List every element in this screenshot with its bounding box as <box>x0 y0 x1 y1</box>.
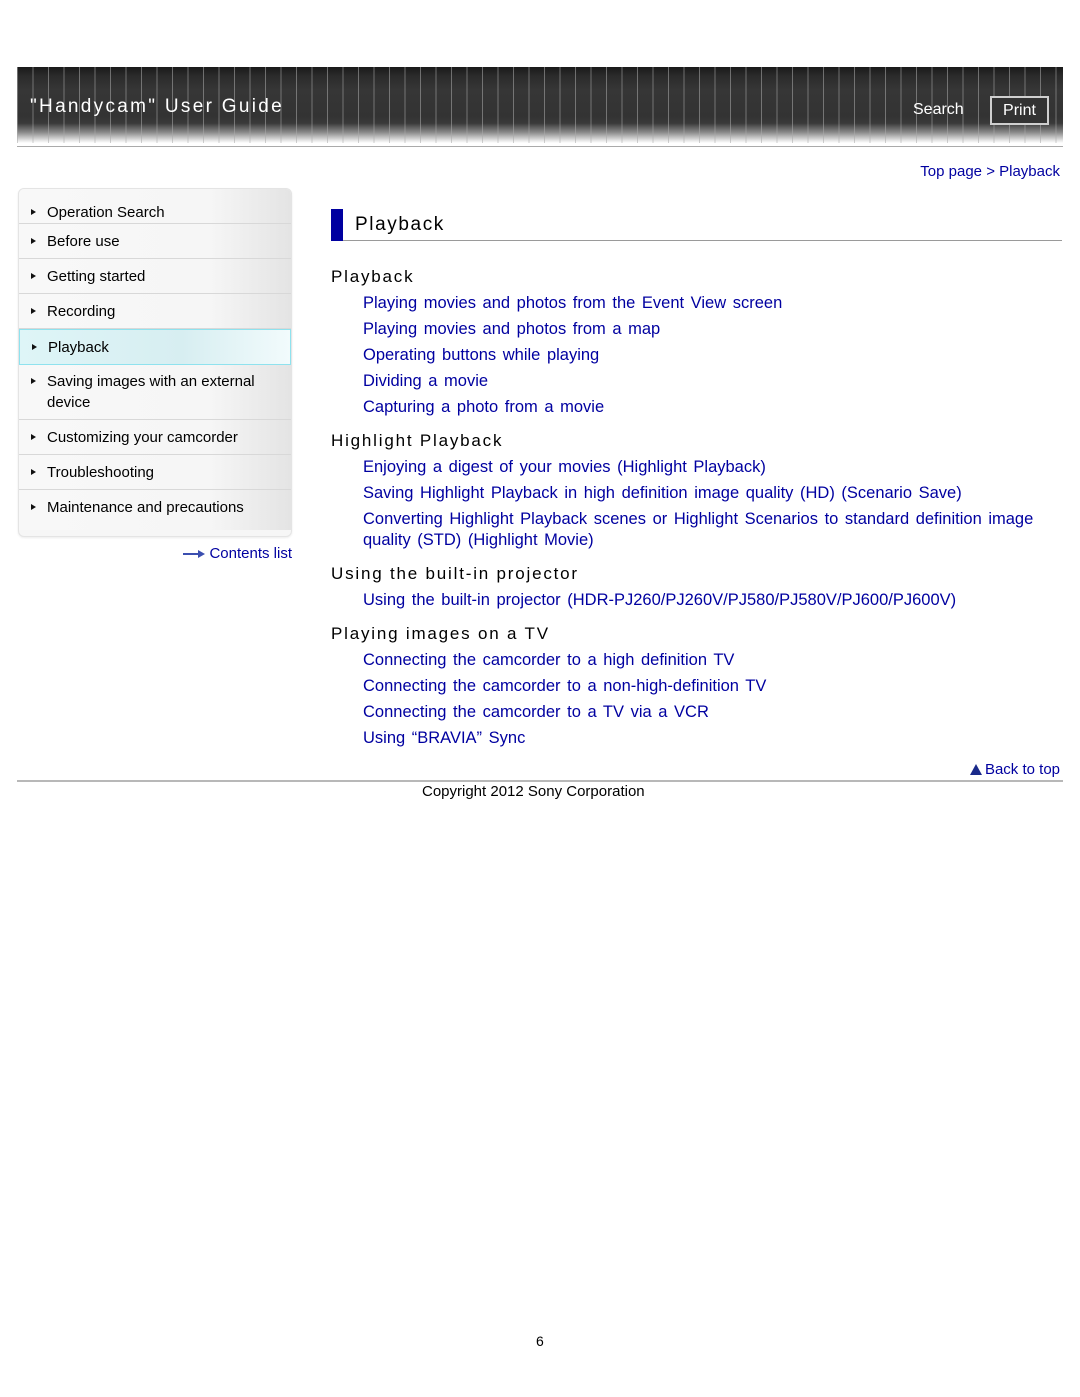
link-capturing-photo[interactable]: Capturing a photo from a movie <box>363 397 604 418</box>
triangle-right-icon <box>31 308 36 314</box>
link-dividing-movie[interactable]: Dividing a movie <box>363 371 488 392</box>
page-number: 6 <box>536 1333 544 1349</box>
link-enjoying-digest[interactable]: Enjoying a digest of your movies (Highli… <box>363 457 766 478</box>
link-tv-via-vcr[interactable]: Connecting the camcorder to a TV via a V… <box>363 702 709 723</box>
triangle-right-icon <box>31 273 36 279</box>
print-button[interactable]: Print <box>990 96 1049 125</box>
link-bravia-sync[interactable]: Using “BRAVIA” Sync <box>363 728 525 749</box>
triangle-right-icon <box>31 434 36 440</box>
triangle-right-icon <box>31 378 36 384</box>
triangle-up-icon <box>969 764 982 775</box>
sidebar-item-label: Customizing your camcorder <box>47 429 238 446</box>
sidebar-item-playback[interactable]: Playback <box>19 329 291 365</box>
link-event-view[interactable]: Playing movies and photos from the Event… <box>363 293 782 314</box>
link-built-in-projector[interactable]: Using the built-in projector (HDR-PJ260/… <box>363 590 956 611</box>
page-heading: Playback <box>331 209 1062 241</box>
sidebar-nav: Operation Search Before use Getting star… <box>18 188 292 537</box>
app-title: "Handycam" User Guide <box>30 96 284 117</box>
back-to-top-link[interactable]: Back to top <box>969 761 1060 778</box>
breadcrumb-top-page[interactable]: Top page <box>920 163 982 180</box>
heading-accent-bar <box>331 209 343 241</box>
sidebar-item-label: Recording <box>47 303 116 320</box>
copyright-text: Copyright 2012 Sony Corporation <box>422 783 645 800</box>
sidebar-item-label: Before use <box>47 233 120 250</box>
link-from-map[interactable]: Playing movies and photos from a map <box>363 319 660 340</box>
page-title: Playback <box>355 214 445 235</box>
section-title-highlight-playback: Highlight Playback <box>331 431 504 450</box>
triangle-right-icon <box>31 209 36 215</box>
sidebar-item-saving-images[interactable]: Saving images with an external device <box>19 365 291 420</box>
sidebar-item-label: Troubleshooting <box>47 464 155 481</box>
sidebar-item-label: Operation Search <box>47 204 165 221</box>
sidebar-item-getting-started[interactable]: Getting started <box>19 259 291 294</box>
sidebar-item-label: Saving images with an external device <box>47 373 255 411</box>
breadcrumb-playback[interactable]: Playback <box>999 163 1060 180</box>
section-title-projector: Using the built-in projector <box>331 564 579 583</box>
triangle-right-icon <box>31 469 36 475</box>
sidebar-item-before-use[interactable]: Before use <box>19 224 291 259</box>
triangle-right-icon <box>31 238 36 244</box>
section-title-tv: Playing images on a TV <box>331 624 550 643</box>
header-divider <box>17 146 1063 147</box>
search-button[interactable]: Search <box>913 101 964 119</box>
link-hd-tv[interactable]: Connecting the camcorder to a high defin… <box>363 650 734 671</box>
sidebar-item-customizing[interactable]: Customizing your camcorder <box>19 420 291 455</box>
sidebar-item-recording[interactable]: Recording <box>19 294 291 329</box>
triangle-right-icon <box>32 344 37 350</box>
breadcrumb-separator: > <box>986 163 995 180</box>
sidebar-item-maintenance[interactable]: Maintenance and precautions <box>19 490 291 530</box>
sidebar-item-label: Getting started <box>47 268 146 285</box>
triangle-right-icon <box>31 504 36 510</box>
link-non-hd-tv[interactable]: Connecting the camcorder to a non-high-d… <box>363 676 766 697</box>
sidebar-item-operation-search[interactable]: Operation Search <box>19 189 291 224</box>
link-operating-buttons[interactable]: Operating buttons while playing <box>363 345 599 366</box>
sidebar-item-label: Maintenance and precautions <box>47 499 244 516</box>
sidebar-item-troubleshooting[interactable]: Troubleshooting <box>19 455 291 490</box>
breadcrumb: Top page > Playback <box>920 163 1060 180</box>
back-to-top-label: Back to top <box>984 761 1060 778</box>
contents-list-link[interactable]: Contents list <box>183 545 292 562</box>
contents-list-label: Contents list <box>209 545 292 562</box>
link-highlight-movie[interactable]: Converting Highlight Playback scenes or … <box>363 509 1053 551</box>
arrow-right-icon <box>183 549 206 558</box>
sidebar-item-label: Playback <box>48 339 109 356</box>
footer-divider <box>17 780 1063 782</box>
section-title-playback: Playback <box>331 267 415 286</box>
link-scenario-save[interactable]: Saving Highlight Playback in high defini… <box>363 483 962 504</box>
